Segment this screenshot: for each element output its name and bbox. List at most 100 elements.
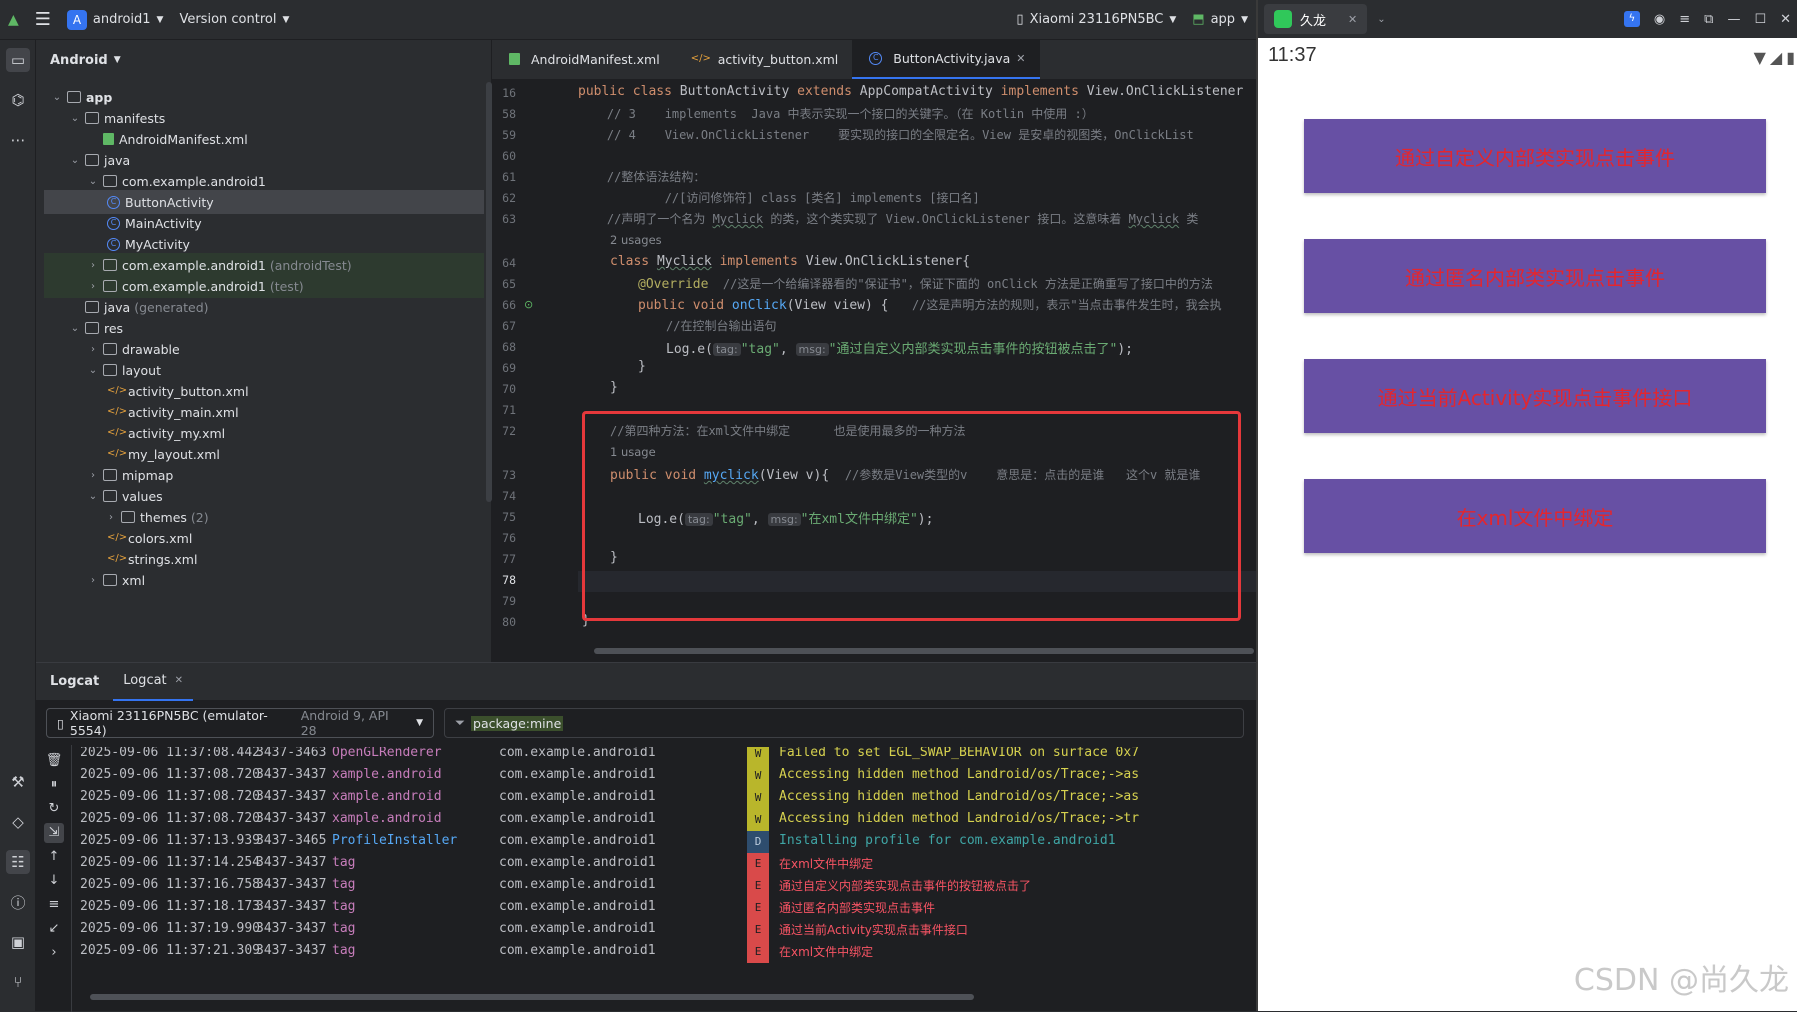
log-row[interactable]: 2025-09-06 11:37:13.939 3437-3465 Profil…	[80, 831, 1256, 853]
log-message: 通过自定义内部类实现点击事件的按钮被点击了	[779, 879, 1032, 893]
terminal-icon[interactable]: ▣	[6, 930, 30, 954]
code-token: "tag"	[740, 342, 780, 357]
chevron-right-icon: ›	[91, 280, 95, 292]
button-xml-binding[interactable]: 在xml文件中绑定	[1304, 479, 1766, 553]
close-window-icon[interactable]: ✕	[1780, 12, 1791, 27]
logcat-filter-input[interactable]: ⏷ package:mine	[444, 708, 1244, 738]
tree-item-label: activity_main.xml	[128, 404, 239, 420]
override-gutter-icon[interactable]: ⊙	[524, 298, 533, 311]
build-icon[interactable]: ⚒	[6, 770, 30, 794]
scroll-to-end-icon[interactable]: ⇲	[44, 823, 64, 843]
button-custom-inner-class[interactable]: 通过自定义内部类实现点击事件	[1304, 119, 1766, 193]
tree-item-label: mipmap	[122, 467, 174, 483]
minimize-icon[interactable]: —	[1727, 12, 1740, 27]
tab-androidmanifest[interactable]: AndroidManifest.xml	[492, 39, 674, 79]
editor-tabs: AndroidManifest.xml </> activity_button.…	[492, 39, 1256, 80]
restore-icon[interactable]: ⧉	[1704, 12, 1713, 27]
logcat-toolbar: 🗑 ⏸ ↻ ⇲ ↑ ↓ ≡ ↙ ›	[36, 745, 72, 1012]
left-tool-strip: ▭ ⌬ ⋯ ⚒ ◇ ☷ ⓘ ▣ ⑂	[0, 40, 36, 1011]
account-icon[interactable]: ◉	[1654, 12, 1665, 27]
arrow-up-icon[interactable]: ↑	[44, 847, 64, 867]
gem-icon[interactable]: ◇	[6, 810, 30, 834]
chevron-right-icon[interactable]: ›	[44, 943, 64, 963]
chevron-down-icon: ⌄	[88, 490, 98, 502]
log-row[interactable]: 2025-09-06 11:37:21.309 3437-3437 tag co…	[80, 941, 1256, 963]
logcat-hscrollbar[interactable]	[90, 994, 974, 1000]
class-icon: C	[107, 237, 120, 251]
arrow-down-icon[interactable]: ↓	[44, 871, 64, 891]
main-menu-icon[interactable]: ☰	[27, 9, 59, 30]
close-icon[interactable]: ✕	[1016, 52, 1025, 65]
structure-icon[interactable]: ⌬	[6, 88, 30, 112]
code-token: 类	[1179, 212, 1199, 226]
tree-item-suffix: (2)	[190, 509, 209, 525]
tab-logcat[interactable]: Logcat ✕	[113, 663, 194, 701]
run-config-selector[interactable]: ⬒ app ▼	[1184, 12, 1256, 27]
restart-icon[interactable]: ↻	[44, 799, 64, 819]
pause-icon[interactable]: ⏸	[44, 775, 64, 795]
line-number: 61	[502, 170, 516, 184]
emulator-tab-title: 久龙	[1300, 13, 1327, 29]
more-icon[interactable]: ⋯	[6, 128, 30, 152]
tree-item-xml[interactable]: › xml	[86, 568, 145, 592]
logcat-device-selector[interactable]: ▯ Xiaomi 23116PN5BC (emulator-5554) Andr…	[46, 708, 434, 738]
android-studio-window: ▲ ☰ A android1 ▼ Version control ▼ ▯ Xia…	[0, 0, 1256, 1012]
tab-activity-button-xml[interactable]: </> activity_button.xml	[674, 39, 853, 79]
tree-item-label: java	[104, 299, 131, 315]
log-row[interactable]: 2025-09-06 11:37:19.990 3437-3437 tag co…	[80, 919, 1256, 941]
close-icon[interactable]: ✕	[1348, 13, 1357, 26]
chevron-down-icon[interactable]: ⌄	[1377, 14, 1385, 25]
xml-file-icon: </>	[107, 406, 128, 417]
log-list[interactable]: 2025-09-06 11:37:08.442 3437-3463 OpenGL…	[80, 747, 1256, 977]
soft-wrap-icon[interactable]: ≡	[44, 895, 64, 915]
log-level-badge: D	[747, 831, 769, 853]
folder-icon	[85, 112, 99, 124]
line-number: 62	[502, 191, 516, 205]
log-package: com.example.android1	[499, 943, 656, 958]
xml-file-icon: </>	[107, 553, 128, 564]
bolt-icon[interactable]: ϟ	[1623, 11, 1640, 27]
trash-icon[interactable]: 🗑	[44, 751, 64, 771]
log-row[interactable]: 2025-09-06 11:37:18.173 3437-3437 tag co…	[80, 897, 1256, 919]
log-row[interactable]: 2025-09-06 11:37:08.720 3437-3437 xample…	[80, 765, 1256, 787]
log-pid: 3437-3437	[256, 943, 327, 958]
code-line-62: //[访问修饰符] class [类名] implements [接口名]	[578, 191, 980, 205]
log-row[interactable]: 2025-09-06 11:37:08.720 3437-3437 xample…	[80, 809, 1256, 831]
xml-file-icon: </>	[107, 448, 128, 459]
log-row[interactable]: 2025-09-06 11:37:14.254 3437-3437 tag co…	[80, 853, 1256, 875]
folder-icon	[85, 301, 99, 313]
project-folder-icon[interactable]: ▭	[6, 48, 30, 72]
tree-item-label: xml	[122, 572, 146, 588]
logcat-icon[interactable]: ☷	[6, 850, 30, 874]
tab-buttonactivity-java[interactable]: C ButtonActivity.java ✕	[852, 39, 1040, 79]
code-line-68: Log.e(tag: "tag", msg: "通过自定义内部类实现点击事件的按钮被…	[666, 338, 1133, 357]
usages-hint[interactable]: 2 usages	[610, 233, 662, 247]
editor-hscrollbar[interactable]	[594, 648, 1254, 654]
close-icon[interactable]: ✕	[175, 675, 183, 686]
line-number: 16	[502, 86, 516, 100]
project-view-selector[interactable]: Android ▼	[36, 40, 491, 80]
emulator-tab[interactable]: 久龙 ✕	[1264, 4, 1368, 34]
maximize-icon[interactable]: ☐	[1754, 12, 1766, 27]
collapse-icon[interactable]: ↙	[44, 919, 64, 939]
problems-icon[interactable]: ⓘ	[6, 890, 30, 914]
log-row[interactable]: 2025-09-06 11:37:16.758 3437-3437 tag co…	[80, 875, 1256, 897]
git-icon[interactable]: ⑂	[6, 970, 30, 994]
device-selector[interactable]: ▯ Xiaomi 23116PN5BC ▼	[1008, 12, 1184, 27]
log-message: Accessing hidden method Landroid/os/Trac…	[779, 767, 1140, 782]
vcs-menu[interactable]: Version control ▼	[171, 12, 297, 27]
xml-file-icon: </>	[690, 53, 711, 64]
log-row[interactable]: 2025-09-06 11:37:08.720 3437-3437 xample…	[80, 787, 1256, 809]
button-activity-interface[interactable]: 通过当前Activity实现点击事件接口	[1304, 359, 1766, 433]
param-hint: tag:	[712, 343, 741, 356]
log-pid: 3437-3437	[256, 767, 327, 782]
param-hint: msg:	[795, 343, 829, 356]
line-number: 70	[502, 382, 516, 396]
title-bar: ▲ ☰ A android1 ▼ Version control ▼ ▯ Xia…	[0, 0, 1256, 40]
chevron-down-icon: ▼	[1241, 14, 1248, 25]
package-icon	[103, 259, 117, 271]
button-anonymous-inner-class[interactable]: 通过匿名内部类实现点击事件	[1304, 239, 1766, 313]
log-row[interactable]: 2025-09-06 11:37:08.442 3437-3463 OpenGL…	[80, 747, 1256, 765]
menu-icon[interactable]: ≡	[1679, 12, 1690, 27]
project-selector[interactable]: A android1 ▼	[59, 9, 172, 30]
